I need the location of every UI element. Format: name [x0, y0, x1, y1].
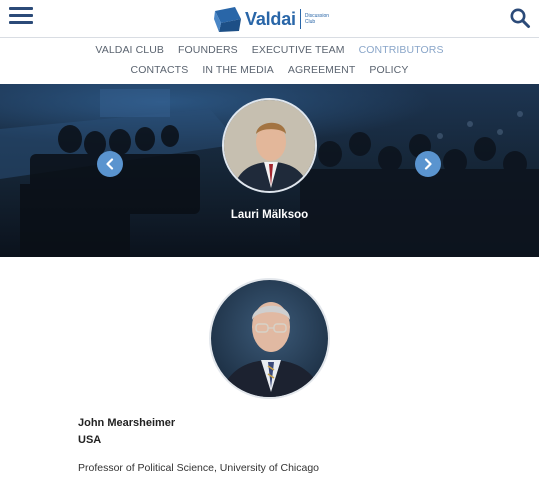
logo-mark-icon: [214, 7, 241, 32]
search-icon[interactable]: [509, 7, 531, 29]
nav-row-2: CONTACTS IN THE MEDIA AGREEMENT POLICY: [0, 64, 539, 76]
nav-in-the-media[interactable]: IN THE MEDIA: [202, 64, 274, 76]
carousel-contributor-name[interactable]: Lauri Mälksoo: [0, 209, 539, 221]
nav-agreement[interactable]: AGREEMENT: [288, 64, 355, 76]
top-bar: Valdai Discussion Club: [0, 0, 539, 38]
carousel-contributor-photo[interactable]: [222, 98, 317, 193]
carousel-next-button[interactable]: [415, 151, 441, 177]
menu-icon[interactable]: [9, 7, 33, 25]
profile-country: USA: [78, 434, 102, 446]
contributors-carousel: Lauri Mälksoo: [0, 84, 539, 257]
valdai-logo[interactable]: Valdai Discussion Club: [213, 4, 331, 34]
profile-position: Professor of Political Science, Universi…: [78, 462, 320, 474]
nav-valdai-club[interactable]: VALDAI CLUB: [95, 44, 164, 56]
logo-wordmark: Valdai: [245, 8, 296, 29]
logo-subtitle: Discussion Club: [304, 13, 330, 25]
profile-portrait-image: [211, 280, 328, 397]
main-nav: VALDAI CLUB FOUNDERS EXECUTIVE TEAM CONT…: [0, 40, 539, 84]
carousel-prev-button[interactable]: [97, 151, 123, 177]
profile-photo: [209, 278, 330, 399]
chevron-right-icon: [424, 158, 432, 170]
nav-row-1: VALDAI CLUB FOUNDERS EXECUTIVE TEAM CONT…: [0, 44, 539, 56]
nav-policy[interactable]: POLICY: [369, 64, 408, 76]
contributor-portrait-image: [224, 100, 315, 191]
logo-separator: [299, 9, 301, 29]
profile-name: John Mearsheimer: [78, 417, 176, 429]
nav-contributors[interactable]: CONTRIBUTORS: [359, 44, 444, 56]
chevron-left-icon: [106, 158, 114, 170]
nav-executive-team[interactable]: EXECUTIVE TEAM: [252, 44, 345, 56]
nav-contacts[interactable]: CONTACTS: [131, 64, 189, 76]
nav-founders[interactable]: FOUNDERS: [178, 44, 238, 56]
